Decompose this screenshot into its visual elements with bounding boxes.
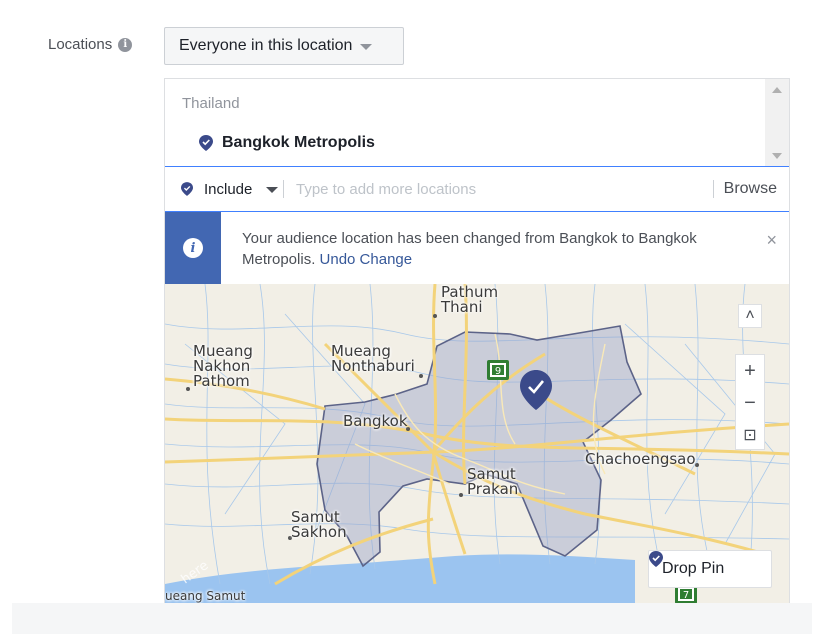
zoom-controls: + − ⊡ [735, 354, 765, 450]
drop-pin-button[interactable]: Drop Pin [648, 550, 772, 588]
undo-change-link[interactable]: Undo Change [320, 251, 413, 268]
locations-label-text: Locations [48, 36, 113, 53]
locations-panel: Thailand Bangkok Metropolis Include Brow… [164, 78, 790, 604]
location-search-input[interactable] [284, 166, 713, 212]
location-change-notice: i Your audience location has been change… [165, 212, 789, 284]
close-icon[interactable]: × [766, 230, 777, 251]
location-map[interactable]: 9 7 here Pathum Thani Mueang Nakhon Path… [165, 284, 789, 603]
zoom-out-button[interactable]: − [736, 387, 764, 419]
notice-icon-box: i [165, 212, 221, 284]
info-icon[interactable]: i [118, 37, 133, 52]
map-label-chachoengsao: Chachoengsao [585, 450, 696, 468]
selected-location-label: Bangkok Metropolis [222, 134, 375, 151]
divider [712, 180, 714, 198]
zoom-in-button[interactable]: + [736, 355, 764, 387]
location-search-row: Include Browse [165, 166, 789, 212]
location-pin-icon [199, 135, 213, 151]
location-type-value: Everyone in this location [179, 37, 353, 54]
bottom-strip [12, 603, 812, 634]
map-label-nakhon-pathom: Mueang Nakhon Pathom [193, 342, 253, 390]
country-heading: Thailand [182, 95, 240, 112]
selected-location-item[interactable]: Bangkok Metropolis [199, 134, 375, 152]
map-label-samut-sakhon: Samut Sakhon [291, 508, 347, 541]
drop-pin-label: Drop Pin [662, 560, 725, 577]
svg-text:9: 9 [495, 366, 501, 377]
selected-locations-list: Thailand Bangkok Metropolis [165, 79, 789, 167]
route-9-shield: 9 [487, 360, 509, 380]
map-label-bottom-left: ueang Samut [165, 589, 246, 603]
location-pin-icon [181, 182, 193, 196]
svg-text:7: 7 [683, 590, 689, 601]
collapse-map-button[interactable]: ˄ [738, 304, 762, 328]
notice-text: Your audience location has been changed … [242, 230, 697, 268]
map-label-samut-prakan: Samut Prakan [467, 465, 519, 498]
browse-button[interactable]: Browse [724, 180, 789, 198]
map-label-bangkok: Bangkok [343, 412, 408, 430]
chevron-down-icon [360, 44, 373, 50]
locations-label: Locations i [48, 36, 133, 53]
list-scrollbar[interactable] [765, 79, 789, 167]
recenter-icon[interactable]: ⊡ [736, 419, 764, 451]
location-type-dropdown[interactable]: Everyone in this location [164, 27, 404, 65]
map-label-nonthaburi: Mueang Nonthaburi [331, 342, 415, 375]
chevron-down-icon [266, 187, 279, 193]
include-label: Include [204, 180, 253, 198]
map-label-pathum-thani: Pathum Thani [441, 284, 499, 316]
include-dropdown[interactable]: Include [165, 167, 283, 211]
scroll-down-icon[interactable] [772, 153, 782, 159]
info-icon: i [183, 238, 203, 258]
scroll-up-icon[interactable] [772, 87, 782, 93]
location-pin-icon [649, 551, 663, 567]
notice-message: Your audience location has been changed … [242, 228, 712, 270]
